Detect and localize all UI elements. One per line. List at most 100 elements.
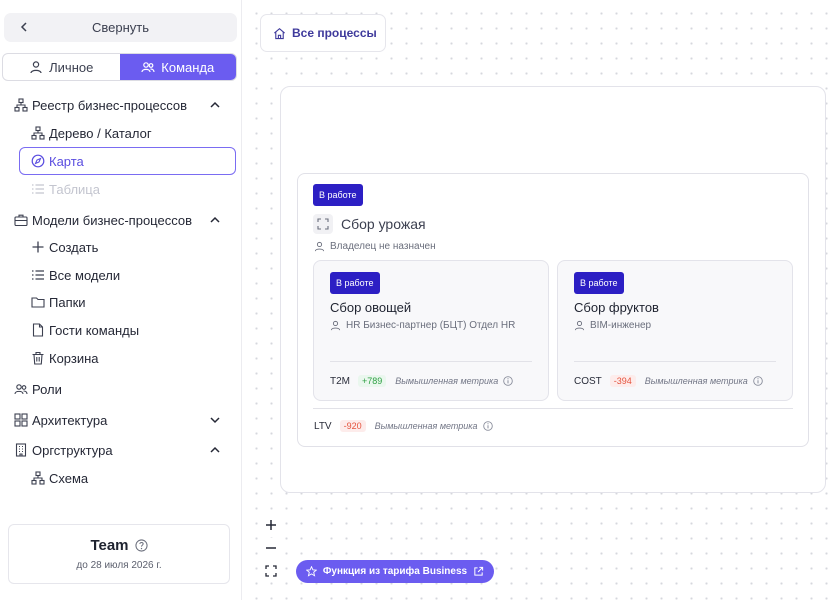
metric-value: +789 [358, 375, 387, 387]
info-icon[interactable] [482, 421, 493, 431]
briefcase-icon [14, 214, 28, 227]
metric-name: Вымышленная метрика [644, 376, 748, 386]
sidebar-item-label: Дерево / Каталог [49, 125, 152, 141]
fit-view-button[interactable] [260, 561, 282, 581]
business-feature-label: Функция из тарифа Business [322, 566, 468, 577]
sidebar-item-team-guests[interactable]: Гости команды [0, 317, 242, 343]
sidebar-item-org-structure[interactable]: Оргструктура [0, 437, 242, 463]
trash-icon [32, 351, 44, 365]
sidebar-item-create[interactable]: Создать [0, 234, 242, 260]
sidebar-item-label: Реестр бизнес-процессов [32, 97, 188, 113]
sitemap-icon [14, 98, 28, 112]
divider [574, 361, 776, 362]
building-icon [15, 443, 27, 457]
subprocess-title: Сбор фруктов [574, 300, 659, 315]
sidebar-item-all-models[interactable]: Все модели [0, 262, 242, 288]
chevron-up-icon[interactable] [208, 98, 222, 112]
info-icon[interactable] [752, 376, 763, 386]
team-license-date: до 28 июля 2026 г. [76, 560, 162, 571]
sidebar-item-architecture[interactable]: Архитектура [0, 407, 242, 433]
metric-value: -920 [339, 420, 366, 432]
sidebar-item-roles[interactable]: Роли [0, 376, 242, 402]
user-icon [30, 61, 42, 74]
sidebar-item-label: Схема [49, 470, 89, 486]
external-link-icon [474, 566, 484, 576]
metric-code: LTV [314, 420, 332, 432]
sidebar-item-trash[interactable]: Корзина [0, 345, 242, 371]
subprocess-owner: BIM-инженер [574, 320, 651, 331]
team-name: Team [90, 537, 129, 554]
metric-name: Вымышленная метрика [395, 376, 499, 386]
metric-row: COST -394 Вымышленная метрика [574, 375, 763, 387]
folder-icon [31, 297, 45, 308]
metric-row: T2M +789 Вымышленная метрика [330, 375, 513, 387]
sidebar-item-scheme[interactable]: Схема [0, 465, 242, 491]
sidebar-item-label: Корзина [49, 350, 99, 366]
metric-code: COST [574, 375, 602, 387]
process-map-canvas[interactable]: Все процессы В работе Сбор урожая Владел… [243, 0, 835, 600]
sidebar-item-label: Создать [49, 239, 99, 255]
process-owner: Владелец не назначен [314, 241, 436, 252]
sidebar-item-registry[interactable]: Реестр бизнес-процессов [0, 92, 242, 118]
subprocess-owner: HR Бизнес-партнер (БЦТ) Отдел HR [330, 320, 515, 331]
chevron-up-icon[interactable] [208, 213, 222, 227]
sidebar-item-label: Роли [32, 381, 62, 397]
tab-team[interactable]: Команда [119, 54, 236, 80]
info-icon[interactable] [503, 376, 513, 386]
team-card: Team до 28 июля 2026 г. [8, 524, 230, 584]
sitemap-icon [31, 126, 45, 140]
user-icon [330, 320, 341, 331]
zoom-out-button[interactable] [260, 538, 282, 558]
grid-icon [14, 413, 28, 427]
metric-row: LTV -920 Вымышленная метрика [314, 420, 493, 432]
subprocess-owner-text: HR Бизнес-партнер (БЦТ) Отдел HR [346, 320, 516, 331]
sidebar-item-map[interactable]: Карта [19, 147, 236, 175]
scope-switch: Личное Команда [2, 53, 237, 81]
map-frame: В работе Сбор урожая Владелец не назначе… [280, 86, 826, 493]
subprocess-card[interactable]: В работе Сбор овощей HR Бизнес-партнер (… [313, 260, 549, 401]
user-icon [574, 320, 585, 331]
users-icon [14, 384, 28, 395]
all-processes-button[interactable]: Все процессы [260, 14, 386, 52]
sidebar-item-label: Все модели [49, 267, 121, 283]
compass-icon [31, 154, 45, 168]
subprocess-card[interactable]: В работе Сбор фруктов BIM-инженер COST -… [557, 260, 793, 401]
list-icon [32, 184, 44, 194]
zoom-in-button[interactable] [260, 515, 282, 535]
sidebar-item-label: Оргструктура [32, 442, 113, 458]
metric-code: T2M [330, 375, 350, 387]
divider [330, 361, 532, 362]
sidebar-item-folders[interactable]: Папки [0, 289, 242, 315]
metric-name: Вымышленная метрика [374, 421, 478, 431]
status-badge: В работе [313, 184, 363, 206]
sidebar-item-table: Таблица [0, 176, 242, 202]
file-icon [32, 323, 44, 337]
tab-personal[interactable]: Личное [3, 54, 120, 80]
tab-team-label: Команда [161, 59, 215, 75]
sidebar-item-models[interactable]: Модели бизнес-процессов [0, 207, 242, 233]
metric-value: -394 [609, 375, 636, 387]
expand-icon[interactable] [313, 214, 333, 234]
user-icon [314, 241, 325, 252]
status-badge: В работе [574, 272, 624, 294]
zoom-controls [260, 515, 282, 581]
sidebar-item-label: Гости команды [49, 322, 140, 338]
chevron-down-icon[interactable] [208, 413, 222, 427]
chevron-up-icon[interactable] [208, 443, 222, 457]
sidebar-item-label: Модели бизнес-процессов [32, 212, 192, 228]
process-title-row: Сбор урожая [313, 214, 426, 234]
team-name-row: Team [9, 537, 229, 554]
sidebar-item-label: Архитектура [32, 412, 108, 428]
collapse-button[interactable]: Свернуть [4, 13, 237, 42]
sidebar-item-tree[interactable]: Дерево / Каталог [0, 120, 242, 146]
sidebar-item-label: Таблица [49, 181, 100, 197]
tab-personal-label: Личное [49, 59, 94, 75]
list-icon [32, 270, 44, 280]
help-icon[interactable] [134, 539, 148, 552]
process-title: Сбор урожая [341, 216, 426, 232]
subprocess-title: Сбор овощей [330, 300, 412, 315]
plus-icon [266, 520, 276, 530]
business-feature-button[interactable]: Функция из тарифа Business [296, 560, 494, 583]
process-card[interactable]: В работе Сбор урожая Владелец не назначе… [297, 173, 809, 447]
sidebar-item-label: Карта [49, 153, 84, 169]
